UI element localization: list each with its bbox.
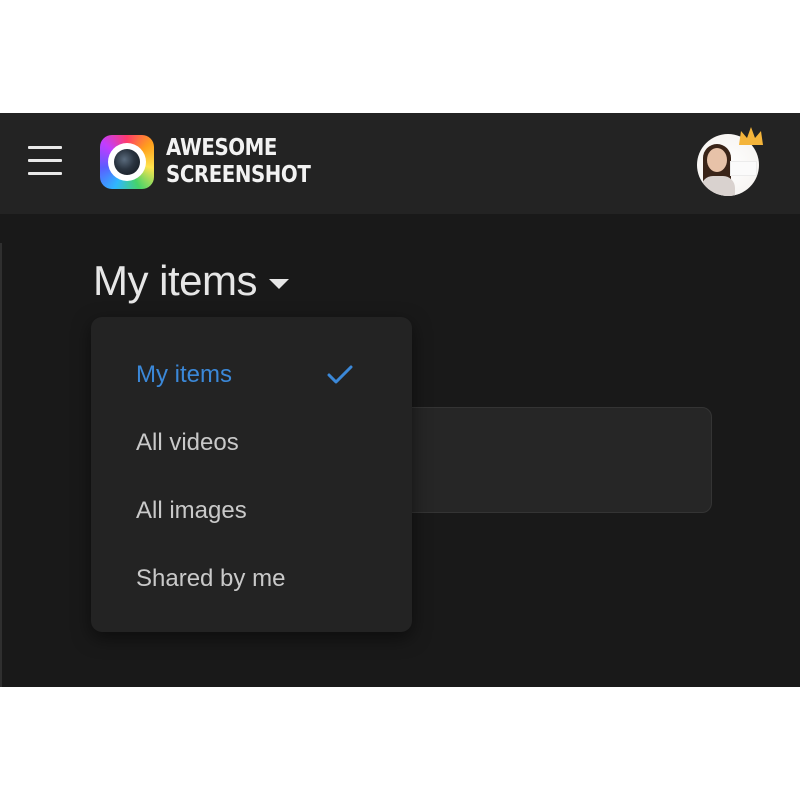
checkmark-icon [327,365,353,384]
logo-line-2: SCREENSHOT [166,162,311,188]
dropdown-item-all-videos[interactable]: All videos [91,415,412,471]
menu-line [28,146,62,149]
app-window: AWESOME SCREENSHOT My items My items All… [0,113,800,687]
dropdown-item-label: My items [136,361,232,388]
dropdown-item-label: Shared by me [136,565,286,592]
logo-line-1: AWESOME [166,135,278,161]
dropdown-item-label: All videos [136,429,239,456]
sidebar-edge [0,243,2,687]
items-filter-toggle[interactable]: My items [93,253,289,309]
page-title: My items [93,257,258,304]
items-filter-dropdown: My items All videos All images Shared by… [91,317,412,632]
menu-line [28,172,62,175]
dropdown-item-shared-by-me[interactable]: Shared by me [91,551,412,607]
dropdown-item-label: All images [136,497,247,524]
dropdown-item-my-items[interactable]: My items [91,347,412,403]
dropdown-item-all-images[interactable]: All images [91,483,412,539]
crown-icon [739,127,763,145]
content-card [400,407,712,513]
menu-line [28,159,62,162]
caret-down-icon [269,279,289,289]
hamburger-menu-icon[interactable] [28,143,64,179]
camera-lens-icon[interactable] [100,135,154,189]
top-bar: AWESOME SCREENSHOT [0,113,800,214]
app-logo-text[interactable]: AWESOME SCREENSHOT [166,135,311,189]
